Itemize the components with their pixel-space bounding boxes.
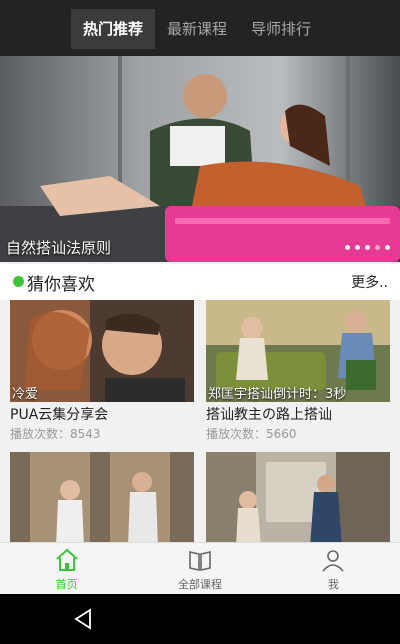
nav-all-courses[interactable]: 全部课程 xyxy=(133,543,266,594)
course-card[interactable]: 冷爱 PUA云集分享会 播放次数：8543 xyxy=(10,300,194,443)
top-tab-bar: 热门推荐 最新课程 导师排行 xyxy=(0,0,400,56)
carousel-dot xyxy=(355,245,360,250)
section-header: 猜你喜欢 更多.. xyxy=(0,264,400,300)
nav-me-label: 我 xyxy=(327,578,339,591)
course-card[interactable]: 郑匡宇搭讪倒计时：3秒 搭讪教主の路上搭讪 播放次数：5660 xyxy=(206,300,390,443)
course-thumbnail xyxy=(10,452,194,554)
play-count: 播放次数：5660 xyxy=(206,427,297,441)
course-card[interactable] xyxy=(10,452,194,554)
book-icon xyxy=(133,547,266,573)
tab-hot-recommend[interactable]: 热门推荐 xyxy=(71,9,156,49)
section-title: 猜你喜欢 xyxy=(27,275,95,295)
nav-home[interactable]: 首页 xyxy=(0,543,133,594)
carousel-dot xyxy=(375,245,380,250)
back-icon[interactable] xyxy=(72,608,94,634)
carousel-dot xyxy=(345,245,350,250)
carousel-dot xyxy=(365,245,370,250)
section-dot-icon xyxy=(13,276,24,287)
user-icon xyxy=(267,547,400,573)
tab-mentor-ranking[interactable]: 导师排行 xyxy=(239,9,323,49)
carousel-indicator xyxy=(345,245,390,250)
system-nav-bar xyxy=(0,594,400,644)
nav-all-courses-label: 全部课程 xyxy=(177,578,222,591)
course-thumbnail xyxy=(206,452,390,554)
carousel-dot xyxy=(385,245,390,250)
course-thumbnail: 冷爱 xyxy=(10,300,194,402)
banner-carousel[interactable]: 自然搭讪法原则 xyxy=(0,56,400,262)
banner-image xyxy=(0,56,400,262)
bottom-navigation: 首页 全部课程 我 xyxy=(0,542,400,594)
nav-home-label: 首页 xyxy=(55,578,78,591)
course-thumbnail: 郑匡宇搭讪倒计时：3秒 xyxy=(206,300,390,402)
banner-caption: 自然搭讪法原则 xyxy=(6,239,112,257)
home-icon xyxy=(0,547,133,573)
play-count: 播放次数：8543 xyxy=(10,427,101,441)
thumbnail-caption: 冷爱 xyxy=(12,387,39,402)
tab-group: 热门推荐 最新课程 导师排行 xyxy=(71,9,323,49)
course-title: 搭讪教主の路上搭讪 xyxy=(206,407,332,423)
course-title: PUA云集分享会 xyxy=(10,407,109,423)
more-link[interactable]: 更多.. xyxy=(351,272,388,292)
nav-me[interactable]: 我 xyxy=(267,543,400,594)
course-card[interactable] xyxy=(206,452,390,554)
thumbnail-caption: 郑匡宇搭讪倒计时：3秒 xyxy=(208,387,347,402)
tab-latest-courses[interactable]: 最新课程 xyxy=(155,9,239,49)
